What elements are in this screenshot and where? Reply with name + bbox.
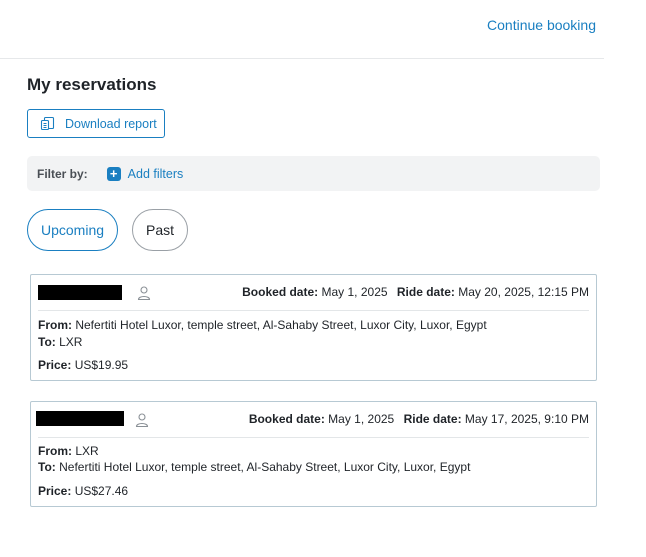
reservation-card-header: Booked date: May 1, 2025 Ride date: May … (31, 275, 596, 311)
ride-date-label: Ride date: (403, 412, 462, 426)
to-value: Nefertiti Hotel Luxor, temple street, Al… (59, 460, 471, 474)
booked-date-value: May 1, 2025 (328, 412, 395, 426)
to-label: To: (38, 335, 56, 349)
reservation-dates: Booked date: May 1, 2025 Ride date: May … (249, 412, 589, 426)
from-line: From: Nefertiti Hotel Luxor, temple stre… (38, 318, 487, 332)
to-line: To: LXR (38, 335, 82, 349)
continue-booking-link[interactable]: Continue booking (487, 17, 596, 33)
filter-bar: Filter by: + Add filters (27, 156, 600, 191)
price-label: Price: (38, 484, 72, 498)
ride-date-value: May 20, 2025, 12:15 PM (458, 285, 589, 299)
price-value: US$19.95 (74, 358, 129, 372)
from-line: From: LXR (38, 444, 99, 458)
to-label: To: (38, 460, 56, 474)
reservation-card[interactable]: Booked date: May 1, 2025 Ride date: May … (30, 401, 597, 507)
from-label: From: (38, 444, 72, 458)
download-report-button[interactable]: Download report (27, 109, 165, 138)
price-line: Price: US$27.46 (38, 484, 128, 498)
card-divider (38, 437, 589, 438)
top-bar: Continue booking (0, 0, 604, 59)
price-line: Price: US$19.95 (38, 358, 128, 372)
document-download-icon (40, 116, 56, 132)
user-icon (135, 412, 149, 428)
from-label: From: (38, 318, 72, 332)
tab-upcoming[interactable]: Upcoming (27, 209, 118, 251)
reservation-card[interactable]: Booked date: May 1, 2025 Ride date: May … (30, 274, 597, 381)
reservation-dates: Booked date: May 1, 2025 Ride date: May … (242, 285, 589, 299)
redacted-name (38, 285, 122, 300)
filter-label: Filter by: (37, 166, 88, 181)
booked-date-label: Booked date: (242, 285, 319, 299)
from-value: LXR (75, 444, 99, 458)
booked-date-label: Booked date: (248, 412, 325, 426)
user-icon (137, 285, 151, 301)
redacted-name (36, 411, 124, 426)
tab-past[interactable]: Past (132, 209, 188, 251)
from-value: Nefertiti Hotel Luxor, temple street, Al… (75, 318, 487, 332)
page-title: My reservations (27, 75, 157, 94)
add-filters-label: Add filters (127, 166, 184, 181)
reservation-card-header: Booked date: May 1, 2025 Ride date: May … (31, 402, 596, 438)
download-report-label: Download report (65, 116, 157, 131)
price-value: US$27.46 (74, 484, 129, 498)
booked-date-value: May 1, 2025 (321, 285, 388, 299)
card-divider (38, 310, 589, 311)
to-line: To: Nefertiti Hotel Luxor, temple street… (38, 460, 470, 474)
ride-date-label: Ride date: (396, 285, 455, 299)
to-value: LXR (59, 335, 83, 349)
ride-date-value: May 17, 2025, 9:10 PM (464, 412, 589, 426)
price-label: Price: (38, 358, 72, 372)
add-filters-button[interactable]: + Add filters (106, 166, 184, 181)
plus-icon: + (106, 166, 121, 181)
